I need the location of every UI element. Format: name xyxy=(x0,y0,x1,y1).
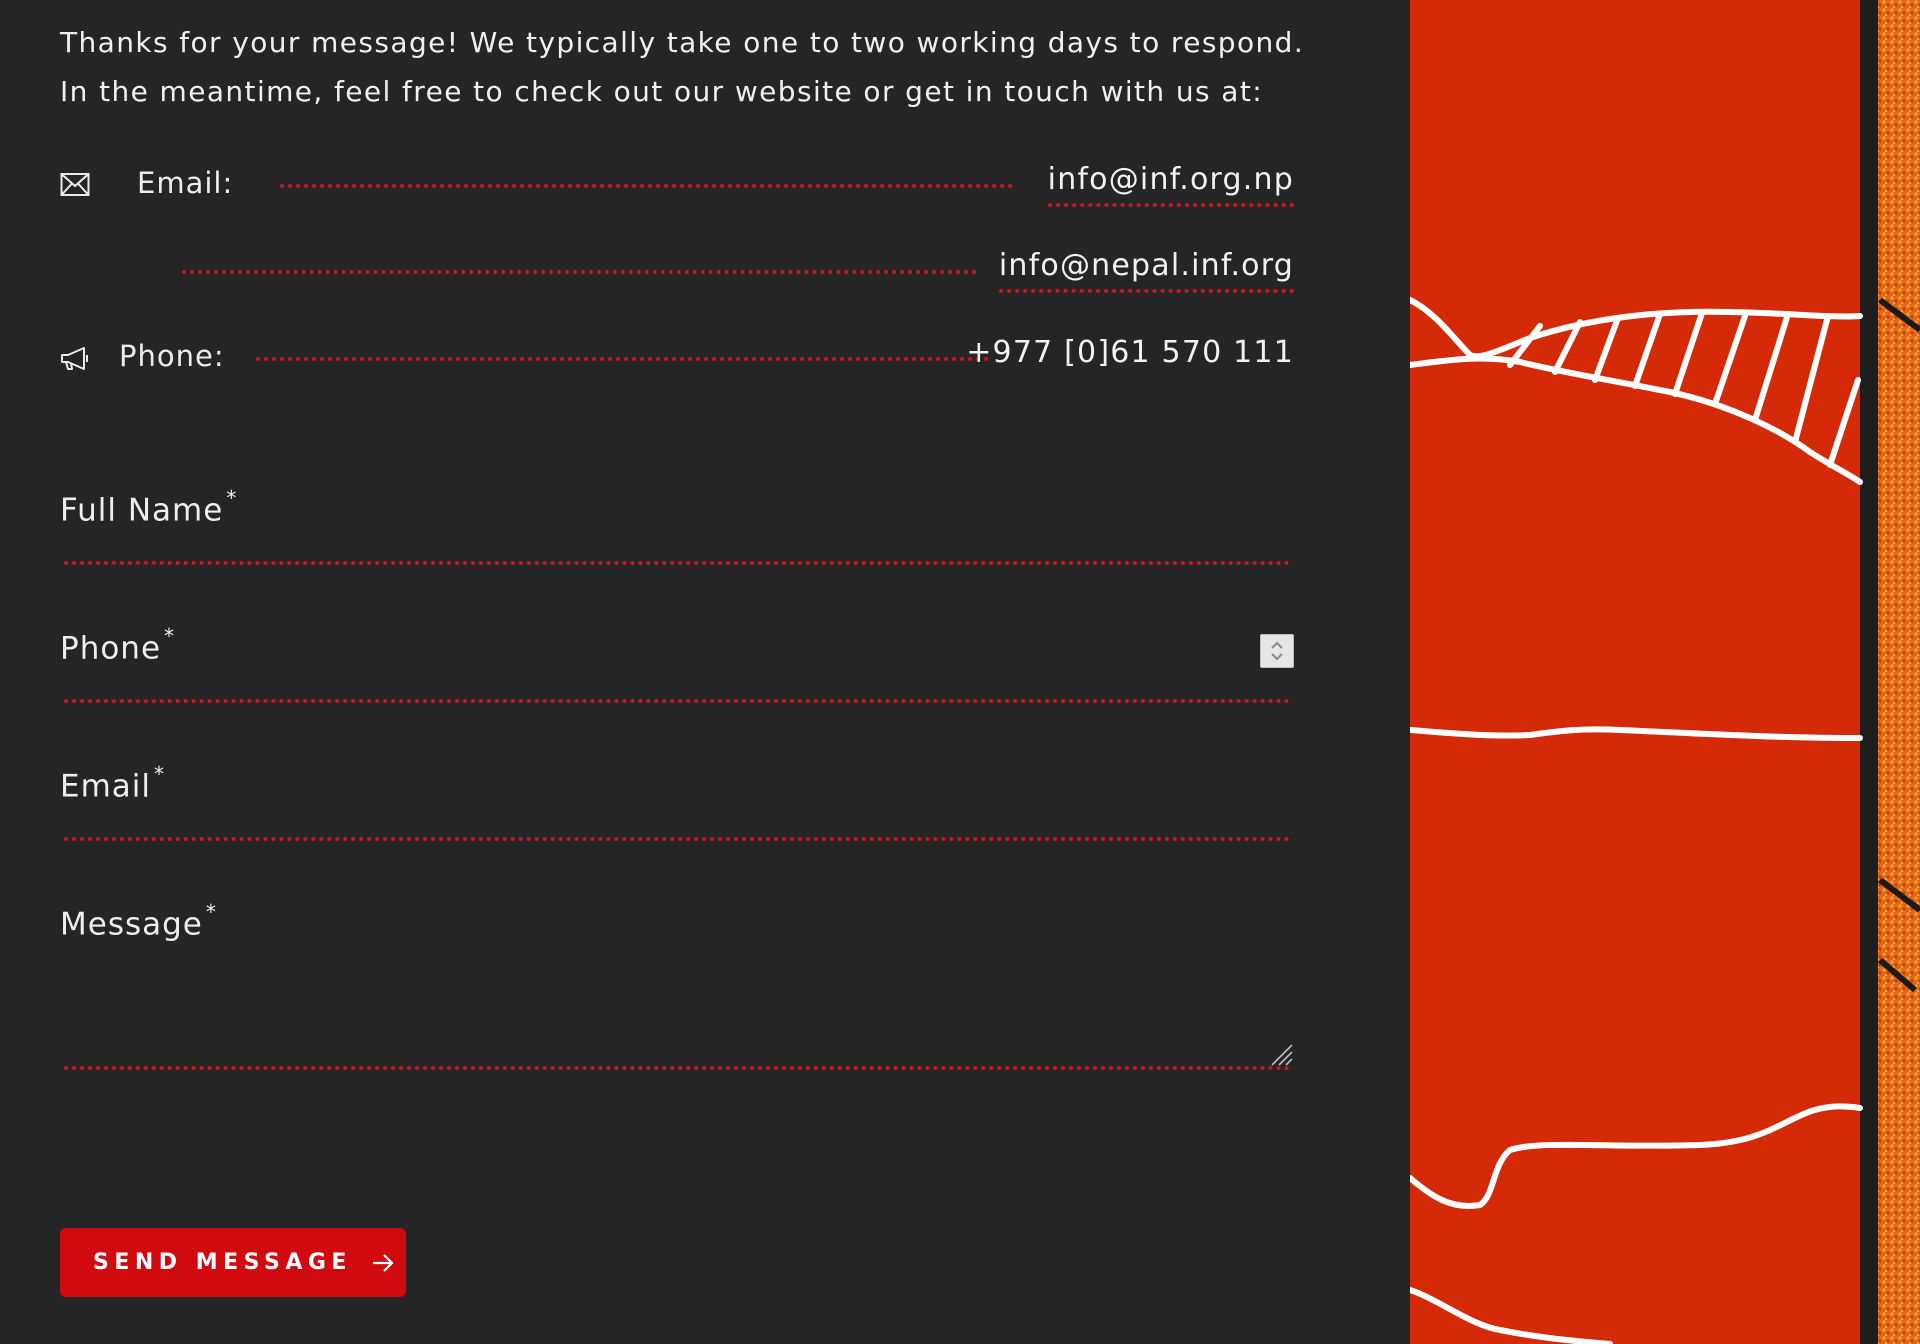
full-name-field[interactable]: Full Name * xyxy=(60,486,1294,570)
resize-grip-icon[interactable] xyxy=(1268,1041,1294,1067)
field-underline xyxy=(64,1066,1290,1070)
field-underline xyxy=(64,699,1290,703)
phone-field-label: Phone * xyxy=(60,624,176,667)
field-underline xyxy=(64,837,1290,841)
decorative-artwork xyxy=(1407,0,1920,1344)
required-mark: * xyxy=(154,762,166,786)
message-field-label: Message * xyxy=(60,900,217,943)
phone-field[interactable]: Phone * xyxy=(60,624,1294,708)
email-label: Email: xyxy=(137,166,234,200)
dotted-leader xyxy=(182,270,977,274)
email-field-label: Email * xyxy=(60,762,166,805)
contact-phone-row: Phone: +977 [0]61 570 111 xyxy=(60,333,1294,383)
spin-stepper-icon[interactable] xyxy=(1260,634,1294,668)
phone-label: Phone: xyxy=(119,339,225,373)
send-message-button[interactable]: SEND MESSAGE xyxy=(60,1228,406,1297)
required-mark: * xyxy=(164,624,176,648)
arrow-right-icon xyxy=(370,1250,396,1276)
full-name-label: Full Name * xyxy=(60,486,238,529)
intro-line-2: In the meantime, feel free to check out … xyxy=(60,75,1264,108)
dotted-leader xyxy=(280,184,1013,188)
email-field[interactable]: Email * xyxy=(60,762,1294,846)
contact-page: Thanks for your message! We typically ta… xyxy=(0,0,1920,1344)
required-mark: * xyxy=(205,900,217,924)
megaphone-icon xyxy=(60,345,90,371)
contact-section: Thanks for your message! We typically ta… xyxy=(0,0,1410,1344)
contact-email-row-secondary: info@nepal.inf.org xyxy=(60,246,1294,296)
intro-text: Thanks for your message! We typically ta… xyxy=(60,18,1310,116)
intro-line-1: Thanks for your message! We typically ta… xyxy=(60,26,1305,59)
email-link-primary[interactable]: info@inf.org.np xyxy=(1047,162,1294,207)
field-underline xyxy=(64,561,1290,565)
message-textarea[interactable]: Message * xyxy=(60,900,1294,1070)
email-link-secondary[interactable]: info@nepal.inf.org xyxy=(998,248,1294,293)
envelope-icon xyxy=(60,172,90,198)
phone-number[interactable]: +977 [0]61 570 111 xyxy=(966,335,1294,370)
dotted-leader xyxy=(256,357,989,361)
contact-email-row: Email: info@inf.org.np xyxy=(60,160,1294,210)
required-mark: * xyxy=(226,486,238,510)
send-message-label: SEND MESSAGE xyxy=(93,1250,352,1275)
